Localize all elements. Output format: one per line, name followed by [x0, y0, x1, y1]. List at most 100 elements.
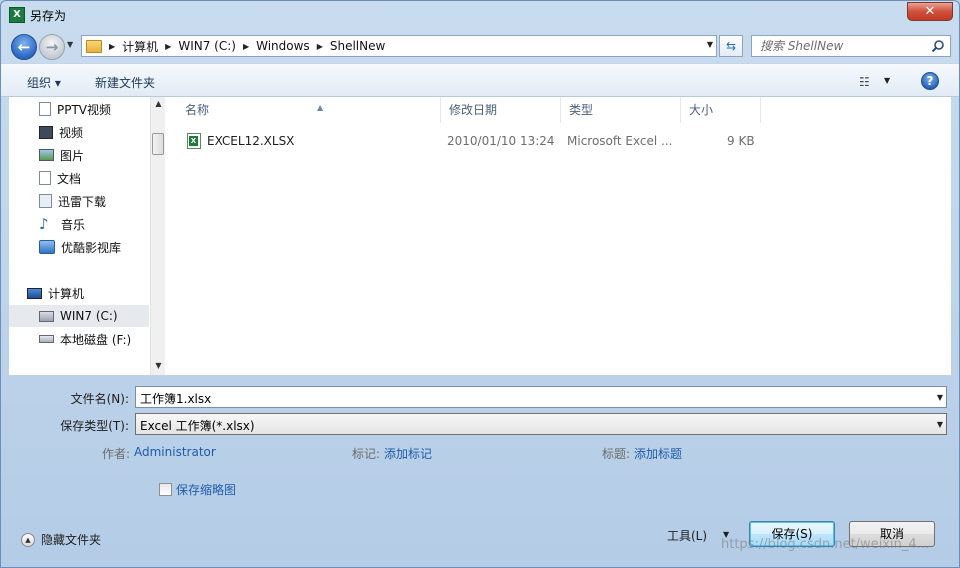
nav-item-label: 迅雷下载	[58, 194, 107, 209]
chevron-right-icon[interactable]: ▶	[109, 42, 115, 51]
hide-folders-toggle[interactable]: ▲ 隐藏文件夹	[21, 531, 101, 548]
chevron-down-icon[interactable]: ▼	[937, 420, 943, 429]
address-bar[interactable]: ▶ 计算机 ▶ WIN7 (C:) ▶ Windows ▶ ShellNew ▼	[81, 35, 717, 57]
save-as-dialog: X 另存为 ✕ ← → ▼ ▶ 计算机 ▶ WIN7 (C:) ▶ Window…	[0, 0, 960, 568]
watermark-text: https://blog.csdn.net/weixin_4...	[721, 537, 930, 552]
hide-folders-label: 隐藏文件夹	[41, 533, 102, 547]
column-header-type[interactable]: 类型	[561, 97, 681, 123]
nav-item-label: 计算机	[48, 286, 85, 301]
nav-item-label: 优酷影视库	[61, 240, 122, 255]
filetype-value: Excel 工作簿(*.xlsx)	[140, 419, 255, 433]
close-button[interactable]: ✕	[907, 2, 953, 21]
save-form: 文件名(N): 工作簿1.xlsx ▼ 保存类型(T): Excel 工作簿(*…	[9, 375, 951, 561]
history-dropdown-icon[interactable]: ▼	[67, 40, 77, 52]
chevron-right-icon[interactable]: ▶	[243, 42, 249, 51]
search-icon[interactable]	[931, 39, 945, 53]
folder-icon	[86, 39, 102, 53]
file-name: EXCEL12.XLSX	[207, 134, 295, 148]
column-header-size[interactable]: 大小	[681, 97, 761, 123]
help-icon[interactable]: ?	[921, 72, 939, 90]
tags-value[interactable]: 添加标记	[384, 445, 432, 462]
excel-file-icon	[187, 133, 201, 149]
nav-item-youku-library[interactable]: 优酷影视库	[39, 236, 149, 258]
nav-item-label: 音乐	[61, 217, 86, 232]
organize-button[interactable]: 组织 ▾	[27, 74, 61, 91]
computer-icon	[27, 287, 42, 299]
search-input[interactable]	[752, 36, 922, 56]
nav-item-label: 本地磁盘 (F:)	[60, 332, 132, 347]
nav-item-label: PPTV视频	[57, 102, 112, 117]
nav-item-drive-c[interactable]: WIN7 (C:)	[9, 305, 149, 327]
filetype-label: 保存类型(T):	[60, 419, 129, 433]
window-title: 另存为	[30, 9, 67, 23]
nav-item-videos[interactable]: 视频	[39, 121, 149, 143]
breadcrumb-computer[interactable]: 计算机	[122, 38, 158, 55]
column-header-name[interactable]: 名称 ▲	[177, 97, 441, 123]
tools-button[interactable]: 工具(L)	[667, 527, 707, 544]
collapse-up-icon[interactable]: ▲	[21, 532, 35, 547]
address-dropdown-icon[interactable]: ▼	[707, 40, 713, 49]
view-options-icon[interactable]: ☷	[859, 75, 870, 89]
video-file-icon	[39, 102, 51, 116]
navigation-row: ← → ▼ ▶ 计算机 ▶ WIN7 (C:) ▶ Windows ▶ Shel…	[1, 29, 959, 63]
chevron-down-icon[interactable]: ▼	[937, 393, 943, 402]
picture-icon	[39, 149, 54, 161]
column-header-label: 名称	[185, 103, 210, 117]
chevron-right-icon[interactable]: ▶	[317, 42, 323, 51]
back-button[interactable]: ←	[11, 34, 37, 60]
breadcrumb-drive[interactable]: WIN7 (C:)	[178, 39, 236, 53]
film-icon	[39, 125, 53, 139]
filename-value: 工作簿1.xlsx	[140, 392, 212, 406]
file-modified: 2010/01/10 13:24	[447, 134, 555, 148]
title-bar: X 另存为 ✕	[1, 1, 959, 29]
navigation-pane: PPTV视频 视频 图片 文档 迅雷下载 ♪ 音乐 优酷影视库 计算机 WIN7…	[9, 97, 165, 375]
media-library-icon	[39, 240, 55, 254]
author-value[interactable]: Administrator	[134, 445, 216, 459]
music-icon: ♪	[39, 215, 49, 233]
nav-item-computer[interactable]: 计算机	[27, 282, 149, 304]
file-list: 名称 ▲ 修改日期 类型 大小 EXCEL12.XLSX 2010/01/10 …	[165, 97, 951, 375]
file-size: 9 KB	[727, 134, 755, 148]
view-dropdown-icon[interactable]: ▼	[884, 76, 890, 85]
filename-label: 文件名(N):	[70, 392, 129, 406]
hard-drive-icon	[39, 335, 54, 343]
save-thumbnail-label[interactable]: 保存缩略图	[176, 481, 236, 498]
column-header-modified[interactable]: 修改日期	[441, 97, 561, 123]
save-thumbnail-checkbox[interactable]	[159, 483, 172, 496]
new-folder-button[interactable]: 新建文件夹	[95, 74, 155, 91]
title-value[interactable]: 添加标题	[634, 445, 682, 462]
breadcrumb-shellnew[interactable]: ShellNew	[330, 39, 385, 53]
nav-item-drive-f[interactable]: 本地磁盘 (F:)	[39, 328, 149, 350]
nav-item-label: 图片	[60, 148, 85, 163]
tags-label: 标记:	[352, 447, 381, 461]
nav-item-documents[interactable]: 文档	[39, 167, 149, 189]
file-type: Microsoft Excel ...	[567, 134, 673, 148]
search-box[interactable]	[751, 35, 951, 57]
nav-item-music[interactable]: ♪ 音乐	[39, 213, 149, 235]
sort-ascending-icon: ▲	[317, 103, 324, 112]
forward-button[interactable]: →	[39, 34, 65, 60]
nav-item-label: 视频	[59, 125, 84, 140]
excel-app-icon: X	[9, 7, 25, 23]
refresh-button[interactable]: ⇆	[719, 35, 743, 57]
nav-item-pictures[interactable]: 图片	[39, 144, 149, 166]
scroll-up-icon[interactable]: ▲	[151, 99, 166, 111]
document-icon	[39, 171, 51, 185]
chevron-right-icon[interactable]: ▶	[165, 42, 171, 51]
title-label: 标题:	[602, 447, 631, 461]
author-label: 作者:	[102, 447, 131, 461]
filename-field[interactable]: 工作簿1.xlsx ▼	[135, 386, 947, 408]
nav-item-label: WIN7 (C:)	[60, 309, 118, 323]
download-folder-icon	[39, 194, 52, 208]
scroll-thumb[interactable]	[152, 133, 164, 155]
system-drive-icon	[39, 310, 54, 322]
breadcrumb-windows[interactable]: Windows	[256, 39, 310, 53]
scroll-down-icon[interactable]: ▼	[151, 361, 166, 373]
nav-scrollbar[interactable]: ▲ ▼	[150, 97, 165, 375]
table-row[interactable]: EXCEL12.XLSX 2010/01/10 13:24 Microsoft …	[179, 131, 769, 153]
nav-item-pptv[interactable]: PPTV视频	[39, 98, 149, 120]
command-toolbar: 组织 ▾ 新建文件夹 ☷ ▼ ?	[1, 63, 959, 97]
nav-item-thunder-downloads[interactable]: 迅雷下载	[39, 190, 149, 212]
filetype-select[interactable]: Excel 工作簿(*.xlsx) ▼	[135, 413, 947, 435]
nav-item-label: 文档	[57, 171, 82, 186]
